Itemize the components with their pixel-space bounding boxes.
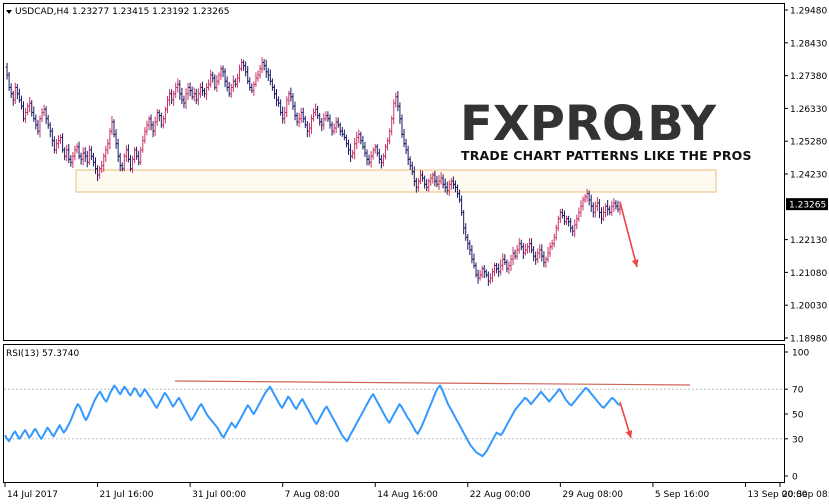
chart-window: USDCAD,H4 1.23277 1.23415 1.23192 1.2326… (3, 3, 829, 500)
ohlc-values: 1.23277 1.23415 1.23192 1.23265 (72, 7, 229, 17)
time-tick-label: 22 Aug 00:00 (470, 490, 531, 500)
rsi-tick-label: 0 (792, 473, 798, 483)
price-tick-label: 1.28430 (790, 39, 827, 49)
logo-suffix: .BY (629, 96, 717, 152)
price-tick-label: 1.21080 (790, 269, 827, 279)
support-zone (75, 169, 717, 193)
time-tick-label: 31 Jul 00:00 (192, 490, 246, 500)
logo-brand: FXPRO (460, 96, 643, 152)
rsi-header: RSI(13) 57.3740 (6, 349, 79, 359)
time-tick-label: 20 Sep 08:00 (782, 490, 829, 500)
time-tick-label: 21 Jul 16:00 (100, 490, 154, 500)
logo-tagline: TRADE CHART PATTERNS LIKE THE PROS (461, 148, 752, 163)
price-tick-label: 1.22130 (790, 236, 827, 246)
price-tick-label: 1.24230 (790, 171, 827, 181)
rsi-axis: 100 70 50 30 0 (784, 349, 809, 483)
time-tick-label: 29 Aug 08:00 (562, 490, 623, 500)
price-tick-label: 1.20030 (790, 302, 827, 312)
fxpro-logo: FXPRO .BY TRADE CHART PATTERNS LIKE THE … (460, 96, 752, 163)
rsi-tick-label: 70 (792, 386, 804, 396)
rsi-tick-label: 50 (792, 411, 804, 421)
price-tick-label: 1.25280 (790, 138, 827, 148)
current-price-label: 1.23265 (789, 201, 826, 211)
price-tick-label: 1.27380 (790, 72, 827, 82)
time-axis: 14 Jul 2017 21 Jul 16:00 31 Jul 00:00 7 Aug… (4, 483, 829, 500)
symbol-label: USDCAD,H4 (15, 7, 69, 17)
price-tick-label: 1.29480 (790, 7, 827, 17)
time-tick-label: 7 Aug 08:00 (285, 490, 340, 500)
price-axis: 1.29480 1.28430 1.27380 1.26330 1.25280 1.242… (784, 7, 828, 345)
rsi-tick-label: 100 (792, 349, 809, 359)
price-tick-label: 1.18980 (790, 335, 827, 345)
rsi-tick-label: 30 (792, 435, 804, 445)
time-tick-label: 14 Jul 2017 (7, 490, 58, 500)
price-tick-label: 1.26330 (790, 105, 827, 115)
time-tick-label: 5 Sep 16:00 (655, 490, 710, 500)
time-tick-label: 14 Aug 16:00 (377, 490, 438, 500)
